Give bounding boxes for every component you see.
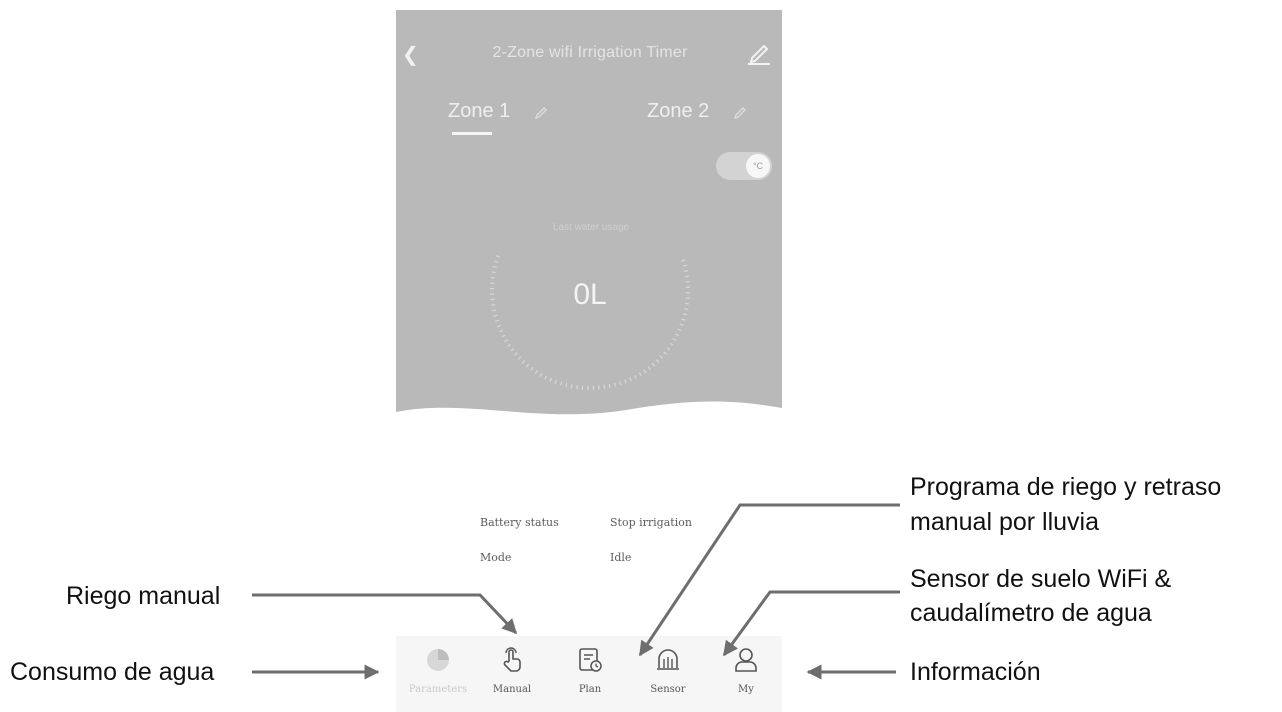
annotation-plan-line2: manual por lluvia	[910, 508, 1099, 536]
gauge-tick	[494, 319, 500, 323]
battery-status-value: Stop irrigation	[610, 516, 692, 529]
tab-plan[interactable]: Plan	[558, 636, 622, 712]
gauge-tick	[675, 333, 680, 337]
gauge-tick	[655, 359, 660, 363]
sensor-icon	[657, 649, 679, 670]
arrow-manual	[252, 593, 518, 635]
battery-status-label: Battery status	[480, 516, 559, 529]
edit-zone-1-icon[interactable]	[534, 106, 548, 120]
gauge-tick	[603, 384, 606, 390]
gauge-tick	[659, 355, 664, 359]
tab-sensor-label: Sensor	[650, 684, 686, 695]
tab-zone-1[interactable]: Zone 1	[448, 100, 510, 123]
gauge-tick	[510, 348, 515, 352]
gauge-tick	[494, 260, 499, 263]
gauge-tick	[663, 351, 668, 355]
gauge-tick	[647, 366, 651, 371]
gauge-tick	[559, 381, 563, 386]
tab-my[interactable]: My	[714, 636, 778, 712]
gauge-tick	[513, 352, 518, 356]
annotation-manual: Riego manual	[66, 582, 221, 610]
gauge-tick	[492, 309, 497, 312]
gauge-tick	[681, 259, 686, 262]
gauge-tick	[491, 304, 496, 306]
tab-my-label: My	[738, 684, 754, 695]
gauge-tick	[492, 265, 497, 269]
schedule-icon	[579, 648, 602, 672]
pencil-icon[interactable]	[746, 40, 772, 66]
bottom-tab-bar: Parameters Manual Plan Sensor My	[396, 636, 782, 712]
gauge-tick	[679, 323, 684, 327]
unit-toggle-knob: °C	[746, 154, 770, 178]
gauge-tick	[619, 381, 622, 386]
gauge-tick	[684, 275, 690, 278]
gauge-tick	[525, 363, 530, 368]
gauge-tick	[504, 339, 509, 343]
gauge-tick	[681, 318, 686, 321]
gauge-tick	[521, 359, 526, 364]
gauge-tick	[570, 384, 573, 389]
gauge-tick	[498, 329, 504, 333]
tab-plan-label: Plan	[578, 684, 602, 695]
mode-label: Mode	[480, 551, 512, 564]
annotation-consumption: Consumo de agua	[10, 658, 215, 686]
gauge-tick	[565, 382, 568, 388]
gauge-tick	[501, 334, 506, 338]
gauge-tick	[682, 313, 688, 316]
annotation-info: Información	[910, 658, 1041, 686]
gauge-tick	[534, 369, 538, 375]
tab-zone-2[interactable]: Zone 2	[647, 100, 709, 123]
tab-sensor[interactable]: Sensor	[636, 636, 700, 712]
gauge-tick	[638, 372, 642, 377]
edit-zone-2-icon[interactable]	[733, 106, 747, 120]
hand-tap-icon	[503, 647, 521, 672]
gauge-tick	[576, 385, 578, 390]
mode-value: Idle	[610, 551, 632, 564]
gauge-tick	[491, 271, 496, 274]
unit-toggle[interactable]: °C	[716, 152, 772, 180]
gauge-tick	[507, 343, 512, 348]
gauge-tick	[684, 308, 689, 311]
chevron-left-icon[interactable]: ❮	[402, 42, 419, 66]
gauge-tick	[669, 342, 674, 346]
tab-manual[interactable]: Manual	[480, 636, 544, 712]
gauge-tick	[633, 374, 637, 379]
user-icon	[735, 648, 757, 672]
gauge-tick	[613, 382, 617, 387]
gauge-tick	[554, 379, 558, 384]
gauge-tick	[608, 383, 611, 389]
gauge-tick	[490, 276, 495, 279]
gauge-tick	[643, 369, 647, 374]
gauge-tick	[517, 356, 522, 360]
gauge-tick	[495, 255, 501, 258]
tab-parameters-label: Parameters	[408, 684, 468, 695]
usage-value: 0L	[573, 278, 607, 311]
gauge-tick	[666, 346, 671, 351]
tab-parameters[interactable]: Parameters	[406, 636, 470, 712]
page-title: 2-Zone wifi Irrigation Timer	[492, 44, 688, 61]
gauge-tick	[684, 269, 689, 272]
annotation-sensor-line1: Sensor de suelo WiFi &	[910, 565, 1172, 593]
gauge-tick	[624, 379, 627, 384]
gauge-tick	[544, 375, 548, 380]
gauge-tick	[682, 264, 688, 267]
gauge-tick	[672, 338, 677, 342]
annotation-sensor-line2: caudalímetro de agua	[910, 599, 1152, 627]
tab-manual-label: Manual	[492, 684, 532, 695]
gauge-tick	[629, 377, 632, 382]
gauge-tick	[651, 362, 656, 367]
gauge-tick	[677, 328, 682, 332]
pie-chart-icon	[427, 649, 449, 671]
gauge-tick	[530, 366, 534, 371]
gauge-tick	[549, 377, 553, 382]
gauge-tick	[684, 302, 690, 305]
zone-tab-underline	[452, 132, 492, 135]
annotation-plan-line1: Programa de riego y retraso	[910, 473, 1222, 501]
gauge-tick	[493, 314, 498, 317]
gauge-tick	[496, 324, 501, 328]
gauge-tick	[539, 372, 543, 377]
